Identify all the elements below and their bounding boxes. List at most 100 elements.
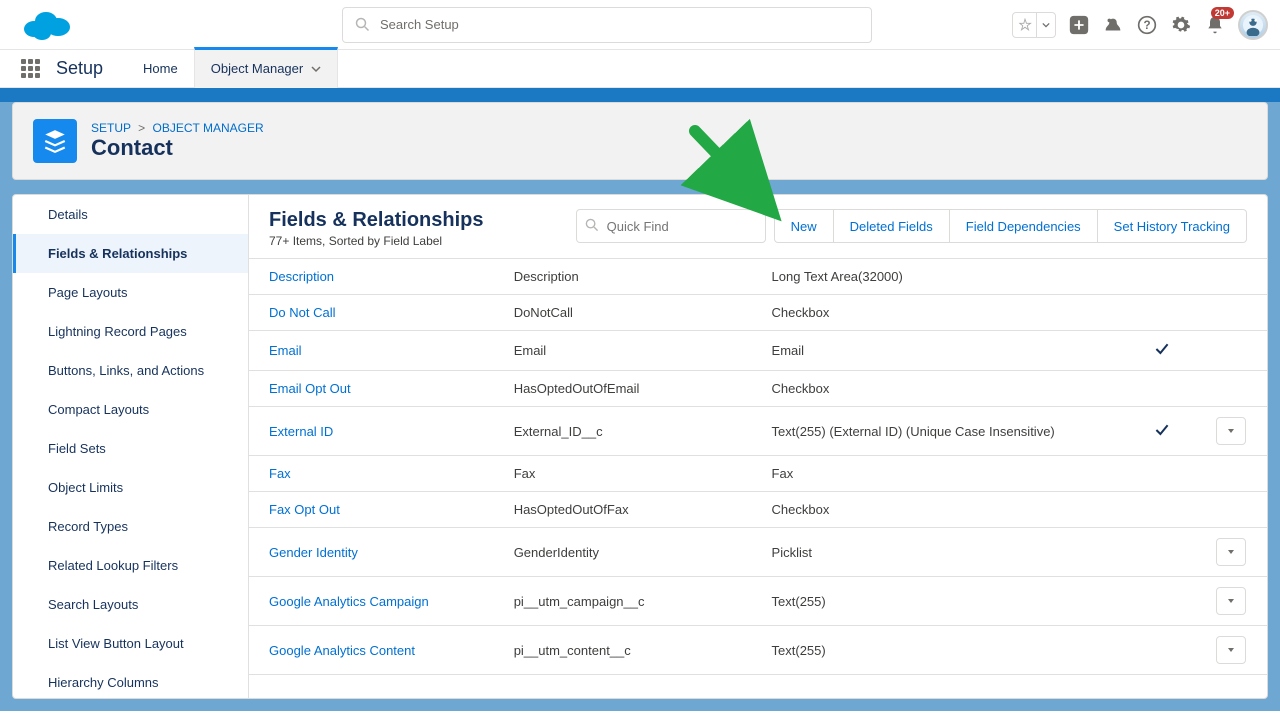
field-label-link[interactable]: Google Analytics Content <box>269 643 415 658</box>
sidebar-item[interactable]: Record Types <box>13 507 248 546</box>
actions-cell <box>1203 456 1267 492</box>
indexed-cell <box>1121 331 1204 371</box>
favorites-button[interactable] <box>1012 12 1056 38</box>
field-type: Text(255) <box>760 577 1121 626</box>
sidebar-item[interactable]: List View Button Layout <box>13 624 248 663</box>
breadcrumb-setup[interactable]: SETUP <box>91 121 131 135</box>
actions-cell <box>1203 259 1267 295</box>
content-header: Fields & Relationships 77+ Items, Sorted… <box>249 195 1267 259</box>
actions-cell <box>1203 331 1267 371</box>
notification-badge: 20+ <box>1211 7 1234 19</box>
indexed-cell <box>1121 577 1204 626</box>
indexed-cell <box>1121 371 1204 407</box>
table-row: Google Analytics Content pi__utm_content_… <box>249 626 1267 675</box>
breadcrumb: SETUP > OBJECT MANAGER <box>91 121 264 135</box>
sidebar-item[interactable]: Buttons, Links, and Actions <box>13 351 248 390</box>
object-title: Contact <box>91 135 264 161</box>
field-label-link[interactable]: Do Not Call <box>269 305 335 320</box>
sidebar-item[interactable]: Hierarchy Columns <box>13 663 248 698</box>
search-placeholder: Search Setup <box>380 17 459 32</box>
actions-cell <box>1203 295 1267 331</box>
field-dependencies-button[interactable]: Field Dependencies <box>950 209 1098 243</box>
field-type: Long Text Area(32000) <box>760 259 1121 295</box>
chevron-down-icon <box>1042 21 1050 29</box>
salesforce-setup-icon[interactable] <box>1102 14 1124 36</box>
actions-cell <box>1203 577 1267 626</box>
indexed-cell <box>1121 528 1204 577</box>
sidebar-item[interactable]: Lightning Record Pages <box>13 312 248 351</box>
row-menu-button[interactable] <box>1216 417 1246 445</box>
field-label-link[interactable]: Fax Opt Out <box>269 502 340 517</box>
field-api-name: HasOptedOutOfEmail <box>502 371 760 407</box>
field-api-name: Fax <box>502 456 760 492</box>
field-label-link[interactable]: External ID <box>269 424 333 439</box>
global-header: Search Setup ? 20+ <box>0 0 1280 50</box>
app-launcher-icon[interactable] <box>12 50 48 88</box>
field-type: Email <box>760 331 1121 371</box>
sidebar-item[interactable]: Search Layouts <box>13 585 248 624</box>
field-api-name: DoNotCall <box>502 295 760 331</box>
table-row: Google Analytics Campaignpi__utm_campaig… <box>249 577 1267 626</box>
row-menu-button[interactable] <box>1216 587 1246 615</box>
add-button[interactable] <box>1068 14 1090 36</box>
set-history-tracking-button[interactable]: Set History Tracking <box>1098 209 1247 243</box>
quick-find-input[interactable] <box>576 209 766 243</box>
sidebar-item[interactable]: Page Layouts <box>13 273 248 312</box>
table-row: Fax Opt OutHasOptedOutOfFaxCheckbox <box>249 492 1267 528</box>
breadcrumb-object-manager[interactable]: OBJECT MANAGER <box>153 121 264 135</box>
indexed-cell <box>1121 492 1204 528</box>
section-subtitle: 77+ Items, Sorted by Field Label <box>269 234 483 248</box>
new-button[interactable]: New <box>774 209 834 243</box>
help-icon[interactable]: ? <box>1136 14 1158 36</box>
sidebar-item[interactable]: Object Limits <box>13 468 248 507</box>
field-api-name: GenderIdentity <box>502 528 760 577</box>
sidebar-item[interactable]: Fields & Relationships <box>13 234 248 273</box>
indexed-cell <box>1121 259 1204 295</box>
global-search[interactable]: Search Setup <box>342 7 872 43</box>
row-menu-button[interactable] <box>1216 538 1246 566</box>
sidebar-item[interactable]: Related Lookup Filters <box>13 546 248 585</box>
section-title: Fields & Relationships <box>269 209 483 232</box>
table-row: EmailEmailEmail <box>249 331 1267 371</box>
user-avatar[interactable] <box>1238 10 1268 40</box>
field-label-link[interactable]: Fax <box>269 466 291 481</box>
sidebar-item[interactable]: Details <box>13 195 248 234</box>
setup-gear-icon[interactable] <box>1170 14 1192 36</box>
field-label-link[interactable]: Email Opt Out <box>269 381 351 396</box>
table-row: Do Not CallDoNotCallCheckbox <box>249 295 1267 331</box>
sidebar-item[interactable]: Compact Layouts <box>13 390 248 429</box>
star-icon <box>1018 18 1032 32</box>
tab-object-manager[interactable]: Object Manager <box>194 47 339 88</box>
field-api-name: External_ID__c <box>502 407 760 456</box>
row-menu-button[interactable] <box>1216 636 1246 664</box>
deleted-fields-button[interactable]: Deleted Fields <box>834 209 950 243</box>
indexed-cell <box>1121 626 1204 675</box>
field-label-link[interactable]: Description <box>269 269 334 284</box>
sidebar-item[interactable]: Field Sets <box>13 429 248 468</box>
sidebar: DetailsFields & RelationshipsPage Layout… <box>13 195 249 698</box>
tab-home[interactable]: Home <box>127 50 194 88</box>
indexed-cell <box>1121 295 1204 331</box>
salesforce-logo[interactable] <box>20 7 72 43</box>
field-label-link[interactable]: Email <box>269 343 302 358</box>
search-icon <box>585 218 599 232</box>
chevron-down-icon <box>311 64 321 74</box>
field-type: Fax <box>760 456 1121 492</box>
field-type: Text(255) <box>760 626 1121 675</box>
field-api-name: pi__utm_content__c <box>502 626 760 675</box>
context-nav: Setup Home Object Manager <box>0 50 1280 88</box>
field-label-link[interactable]: Google Analytics Campaign <box>269 594 429 609</box>
field-api-name: Description <box>502 259 760 295</box>
field-type: Checkbox <box>760 371 1121 407</box>
svg-text:?: ? <box>1143 19 1150 32</box>
field-type: Picklist <box>760 528 1121 577</box>
notifications-icon[interactable]: 20+ <box>1204 14 1226 36</box>
search-icon <box>355 17 370 32</box>
table-row: FaxFaxFax <box>249 456 1267 492</box>
table-row: Gender Identity GenderIdentityPicklist <box>249 528 1267 577</box>
field-label-link[interactable]: Gender Identity <box>269 545 358 560</box>
actions-cell <box>1203 407 1267 456</box>
page-header: SETUP > OBJECT MANAGER Contact <box>12 102 1268 180</box>
actions-cell <box>1203 492 1267 528</box>
tab-label: Object Manager <box>211 61 304 76</box>
